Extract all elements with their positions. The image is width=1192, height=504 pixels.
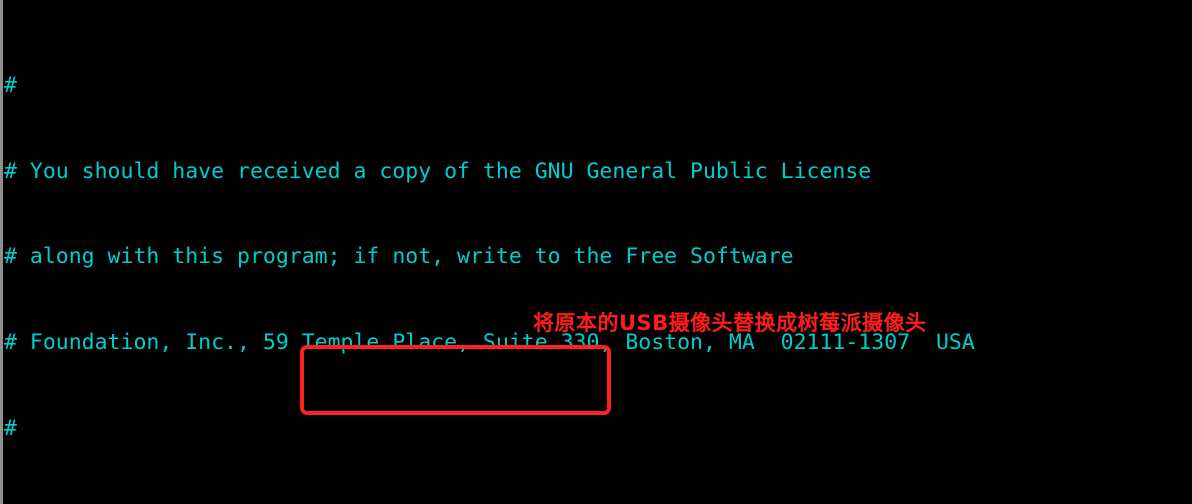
code-line-license-copy: # You should have received a copy of the… — [4, 158, 872, 184]
terminal-screen: # # You should have received a copy of t… — [0, 0, 1192, 504]
code-line-partial-hash: # — [4, 72, 17, 98]
chinese-annotation-text: 将原本的USB摄像头替换成树莓派摄像头 — [533, 311, 927, 335]
window-left-edge — [0, 0, 3, 504]
code-line-hash-only: # — [4, 415, 17, 441]
code-line-license-along: # along with this program; if not, write… — [4, 244, 794, 270]
code-text-area[interactable]: # # You should have received a copy of t… — [4, 0, 1192, 504]
